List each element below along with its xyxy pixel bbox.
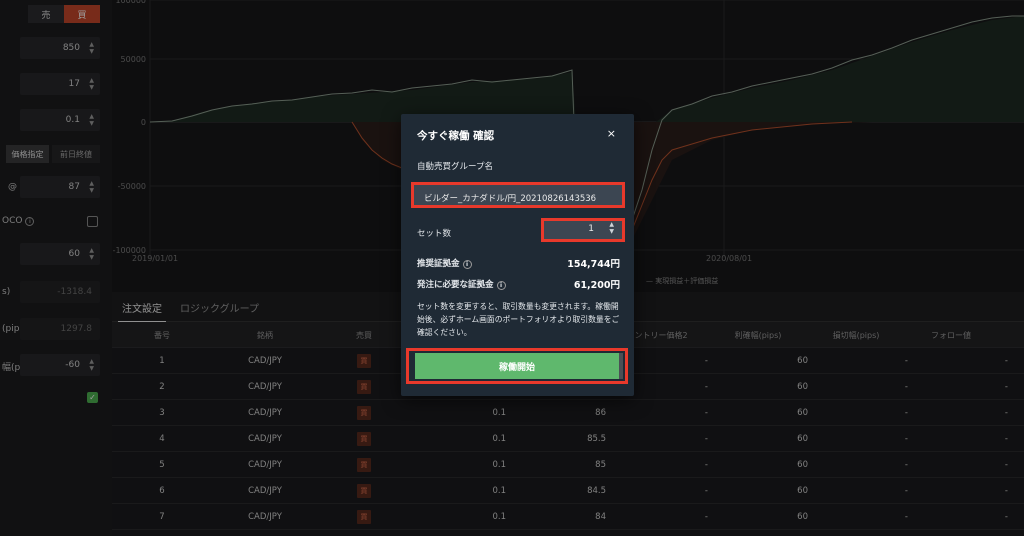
group-name-label: 自動売買グループ名	[417, 162, 493, 172]
dialog-title: 今すぐ稼働 確認	[417, 130, 495, 142]
recommended-margin-text: 推奨証拠金	[417, 259, 460, 269]
info-icon[interactable]: i	[496, 281, 506, 290]
required-margin-label: 発注に必要な証拠金 i	[417, 278, 506, 290]
info-icon[interactable]: i	[462, 260, 472, 269]
dialog-note: セット数を変更すると、取引数量も変更されます。稼働開始後、必ずホーム画面のポート…	[417, 302, 620, 337]
recommended-margin-value: 154,744円	[567, 259, 620, 270]
confirm-dialog: 今すぐ稼働 確認 × 自動売買グループ名 ビルダー_カナダドル/円_202108…	[401, 114, 634, 396]
screen: 売 買 850 ▲ ▼ 17 ▲ ▼ 0.1 ▲ ▼ 価格指定 前日終値 @ 87 ▲…	[0, 0, 1024, 536]
required-margin-value: 61,200円	[573, 280, 620, 291]
close-icon[interactable]: ×	[607, 127, 616, 140]
start-button-highlight: 稼働開始	[406, 348, 628, 384]
set-count-label: セット数	[417, 229, 452, 239]
group-name-field[interactable]: ビルダー_カナダドル/円_20210826143536	[411, 182, 625, 208]
stepper-arrows-icon[interactable]: ▲ ▼	[609, 221, 614, 235]
start-button[interactable]: 稼働開始	[415, 353, 619, 379]
set-count-stepper[interactable]: 1 ▲ ▼	[541, 218, 625, 242]
recommended-margin-label: 推奨証拠金 i	[417, 257, 472, 269]
required-margin-text: 発注に必要な証拠金	[417, 280, 494, 290]
scroll-hint	[619, 353, 623, 379]
set-count-value: 1	[588, 224, 594, 234]
